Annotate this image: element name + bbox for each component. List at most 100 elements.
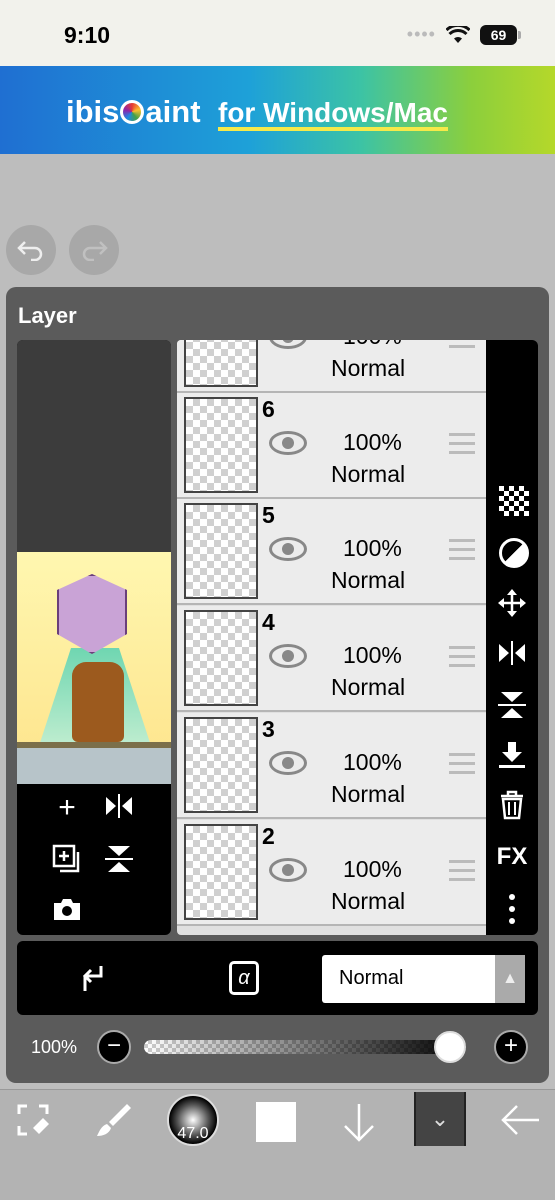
flip-vertical-side-button[interactable]	[496, 690, 528, 726]
layer-thumbnail	[184, 397, 258, 493]
drag-handle-icon[interactable]	[449, 646, 475, 668]
clipping-icon	[82, 966, 103, 991]
clipping-button[interactable]	[77, 963, 105, 1001]
layer-panel-button[interactable]: ⌄	[414, 1092, 466, 1146]
duplicate-layer-icon	[52, 844, 80, 873]
flip-horizontal-side-button[interactable]	[496, 640, 528, 672]
flip-horizontal-icon	[106, 794, 132, 818]
golem-figure	[72, 662, 124, 742]
merge-down-button[interactable]	[496, 740, 528, 776]
layer-number: 2	[262, 823, 275, 849]
transform-tool-button[interactable]	[8, 1100, 58, 1149]
drag-handle-icon[interactable]	[449, 340, 475, 349]
opacity-label: 100%	[31, 1037, 78, 1057]
ibispaint-logo: ibis aint	[66, 94, 201, 130]
undo-icon	[17, 241, 43, 261]
layer-number: 6	[262, 396, 275, 422]
bottom-toolbar: 47.0 ⌄	[0, 1089, 555, 1200]
promo-banner[interactable]: ibis aint for Windows/Mac	[0, 66, 555, 154]
layer-thumbnail	[184, 340, 258, 387]
transform-eraser-icon	[17, 1104, 49, 1136]
plus-icon: +	[503, 1032, 518, 1059]
layer-row[interactable]: 100% Normal	[177, 340, 486, 393]
canvas-preview-image[interactable]	[17, 552, 171, 784]
layer-row[interactable]: 2 100% Normal	[177, 820, 486, 926]
wifi-icon	[446, 25, 470, 43]
visibility-eye-icon[interactable]	[269, 537, 307, 561]
visibility-eye-icon[interactable]	[269, 431, 307, 455]
merge-down-icon	[499, 742, 525, 768]
flip-horizontal-icon	[499, 641, 525, 665]
redo-button[interactable]	[69, 225, 119, 275]
layer-thumbnail	[184, 503, 258, 599]
chevron-up-icon: ▲	[495, 955, 525, 1003]
add-layer-button[interactable]: +	[50, 793, 84, 823]
panel-title: Layer	[18, 303, 77, 328]
layer-row[interactable]: 6 100% Normal	[177, 393, 486, 499]
back-button[interactable]	[496, 1100, 546, 1149]
move-button[interactable]	[496, 588, 528, 624]
logo-text-right: aint	[145, 94, 201, 129]
layer-thumbnail	[184, 824, 258, 920]
more-button[interactable]	[496, 893, 528, 931]
layer-blend-mode: Normal	[331, 567, 406, 593]
preview-dark-area	[17, 340, 171, 552]
signal-icon: ••••	[406, 24, 436, 44]
drag-handle-icon[interactable]	[449, 860, 475, 882]
logo-text-left: ibis	[66, 94, 120, 129]
transparency-fill-icon[interactable]	[499, 486, 529, 516]
drag-handle-icon[interactable]	[449, 539, 475, 561]
chevron-down-double-icon: ⌄	[430, 1106, 450, 1131]
layer-row[interactable]: 4 100% Normal	[177, 606, 486, 712]
camera-icon	[54, 899, 80, 920]
blend-mode-select[interactable]: Normal ▲	[322, 955, 525, 1003]
invert-icon[interactable]	[499, 538, 529, 568]
camera-button[interactable]	[50, 896, 84, 928]
fx-button[interactable]: FX	[496, 842, 528, 872]
color-wheel-icon	[120, 100, 145, 124]
visibility-eye-icon[interactable]	[269, 340, 307, 349]
layer-blend-mode: Normal	[331, 674, 406, 700]
flip-vertical-button[interactable]	[102, 844, 136, 880]
alpha-lock-icon: α	[238, 967, 250, 989]
layer-row[interactable]: 3 100% Normal	[177, 713, 486, 819]
opacity-increase-button[interactable]: +	[494, 1030, 528, 1064]
layer-opacity: 100%	[343, 642, 402, 668]
more-icon	[509, 894, 515, 924]
layer-thumbnail	[184, 610, 258, 706]
drag-handle-icon[interactable]	[449, 433, 475, 455]
delete-layer-button[interactable]	[496, 790, 528, 826]
layer-opacity: 100%	[343, 749, 402, 775]
layer-number: 5	[262, 502, 275, 528]
opacity-slider-thumb[interactable]	[434, 1031, 466, 1063]
layer-list[interactable]: 100% Normal 6 100% Normal 5 100% Normal …	[177, 340, 486, 935]
layer-opacity: 100%	[343, 429, 402, 455]
opacity-decrease-button[interactable]: −	[97, 1030, 131, 1064]
blend-mode-bar: α Normal ▲	[17, 941, 538, 1015]
visibility-eye-icon[interactable]	[269, 858, 307, 882]
flip-vertical-icon	[105, 846, 133, 872]
layer-row[interactable]: 5 100% Normal	[177, 499, 486, 605]
move-icon	[498, 589, 526, 617]
layer-blend-mode: Normal	[331, 355, 406, 381]
status-bar: 9:10 •••• 69	[0, 0, 555, 66]
drag-handle-icon[interactable]	[449, 753, 475, 775]
duplicate-layer-button[interactable]	[50, 844, 84, 880]
arrow-down-icon	[344, 1104, 374, 1142]
opacity-slider[interactable]	[144, 1040, 466, 1054]
visibility-eye-icon[interactable]	[269, 644, 307, 668]
alpha-lock-button[interactable]: α	[229, 961, 259, 995]
layer-side-toolbar: FX	[486, 340, 538, 935]
visibility-eye-icon[interactable]	[269, 751, 307, 775]
trash-icon	[501, 790, 523, 820]
status-time: 9:10	[64, 22, 111, 48]
undo-button[interactable]	[6, 225, 56, 275]
brush-size-button[interactable]: 47.0	[167, 1094, 219, 1146]
brush-tool-button[interactable]	[88, 1100, 138, 1149]
layer-blend-mode: Normal	[331, 888, 406, 914]
opacity-row: 100% − +	[17, 1023, 538, 1071]
layer-down-button[interactable]	[334, 1100, 384, 1153]
status-icons: •••• 69	[406, 24, 521, 45]
color-swatch-button[interactable]	[256, 1102, 296, 1142]
flip-horizontal-button[interactable]	[102, 793, 136, 825]
